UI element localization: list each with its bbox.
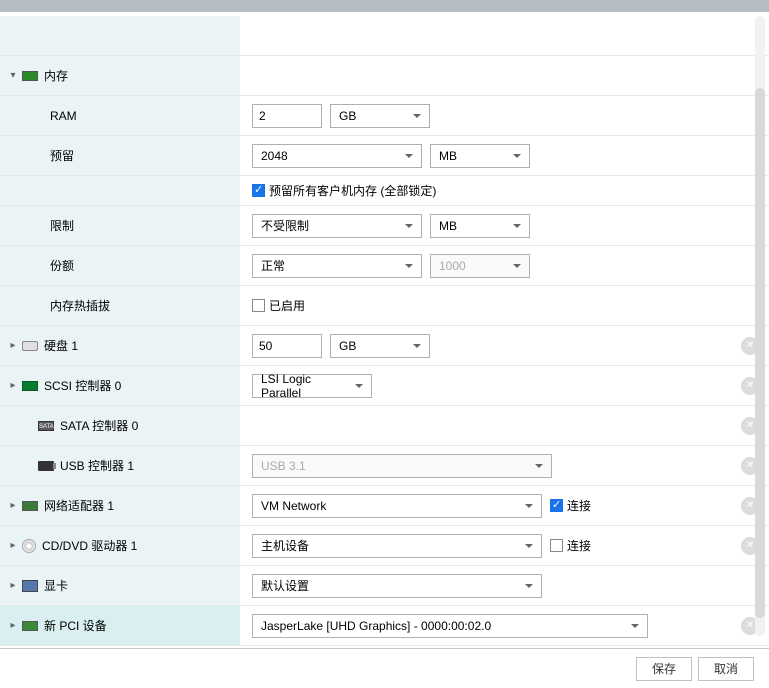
scsi-icon [22, 381, 38, 391]
pci-icon [22, 621, 38, 631]
cd1-connect-label: 连接 [567, 537, 591, 554]
reserve-all-label: 预留所有客户机内存 (全部锁定) [269, 182, 436, 199]
scsi0-label: SCSI 控制器 0 [44, 377, 121, 394]
row-ram: RAM GB [0, 96, 769, 136]
expand-scsi0[interactable] [8, 381, 18, 391]
cd1-connect-checkbox[interactable] [550, 539, 563, 552]
settings-panel: 内存 RAM GB 预留 2048 MB 预留所有客户机内存 (全部锁定) 限制… [0, 12, 769, 648]
save-button[interactable]: 保存 [636, 657, 692, 681]
expand-net1[interactable] [8, 501, 18, 511]
net1-label: 网络适配器 1 [44, 497, 114, 514]
row-reservation-lock: 预留所有客户机内存 (全部锁定) [0, 176, 769, 206]
ram-input[interactable] [252, 104, 322, 128]
net1-select[interactable]: VM Network [252, 494, 542, 518]
memory-icon [22, 71, 38, 81]
dialog-footer: 保存 取消 [0, 648, 769, 688]
usb-icon [38, 461, 54, 471]
shares-label: 份额 [50, 257, 74, 274]
scrollbar-track[interactable] [755, 16, 765, 636]
limit-select[interactable]: 不受限制 [252, 214, 422, 238]
row-net1: 网络适配器 1 VM Network 连接 [0, 486, 769, 526]
hotplug-label: 内存热插拔 [50, 297, 110, 314]
memory-label: 内存 [44, 67, 68, 84]
reserve-all-checkbox[interactable] [252, 184, 265, 197]
sata0-label: SATA 控制器 0 [60, 417, 138, 434]
expand-memory[interactable] [8, 71, 18, 81]
reservation-unit-select[interactable]: MB [430, 144, 530, 168]
row-disk1: 硬盘 1 GB [0, 326, 769, 366]
titlebar [0, 0, 769, 12]
video-select[interactable]: 默认设置 [252, 574, 542, 598]
expand-video[interactable] [8, 581, 18, 591]
ram-label: RAM [50, 109, 77, 123]
row-shares: 份额 正常 1000 [0, 246, 769, 286]
cd-icon [22, 539, 36, 553]
row-cd1: CD/DVD 驱动器 1 主机设备 连接 [0, 526, 769, 566]
expand-cd1[interactable] [8, 541, 18, 551]
net1-connect-label: 连接 [567, 497, 591, 514]
limit-unit-select[interactable]: MB [430, 214, 530, 238]
scsi0-type-select[interactable]: LSI Logic Parallel [252, 374, 372, 398]
disk1-unit-select[interactable]: GB [330, 334, 430, 358]
shares-select[interactable]: 正常 [252, 254, 422, 278]
expand-disk1[interactable] [8, 341, 18, 351]
cd1-label: CD/DVD 驱动器 1 [42, 537, 137, 554]
expand-new-pci[interactable] [8, 621, 18, 631]
row-scsi0: SCSI 控制器 0 LSI Logic Parallel [0, 366, 769, 406]
gpu-icon [22, 580, 38, 592]
row-usb1: USB 控制器 1 USB 3.1 [0, 446, 769, 486]
reservation-label: 预留 [50, 147, 74, 164]
row-sata0: SATA SATA 控制器 0 [0, 406, 769, 446]
new-pci-label: 新 PCI 设备 [44, 617, 107, 634]
usb1-type-select: USB 3.1 [252, 454, 552, 478]
row-memory-header: 内存 [0, 56, 769, 96]
limit-label: 限制 [50, 217, 74, 234]
shares-count-select: 1000 [430, 254, 530, 278]
ctrl-cpu-remnant [240, 16, 769, 55]
row-limit: 限制 不受限制 MB [0, 206, 769, 246]
row-video: 显卡 默认设置 [0, 566, 769, 606]
row-new-pci: 新 PCI 设备 JasperLake [UHD Graphics] - 000… [0, 606, 769, 646]
hotplug-enabled-label: 已启用 [269, 297, 305, 314]
cancel-button[interactable]: 取消 [698, 657, 754, 681]
usb1-label: USB 控制器 1 [60, 457, 134, 474]
cd1-select[interactable]: 主机设备 [252, 534, 542, 558]
disk-icon [22, 341, 38, 351]
disk1-label: 硬盘 1 [44, 337, 78, 354]
video-label: 显卡 [44, 577, 68, 594]
disk1-size-input[interactable] [252, 334, 322, 358]
new-pci-select[interactable]: JasperLake [UHD Graphics] - 0000:00:02.0 [252, 614, 648, 638]
net1-connect-checkbox[interactable] [550, 499, 563, 512]
label-cpu-empty [0, 16, 240, 55]
row-hotplug: 内存热插拔 已启用 [0, 286, 769, 326]
hotplug-checkbox[interactable] [252, 299, 265, 312]
reservation-select[interactable]: 2048 [252, 144, 422, 168]
ram-unit-select[interactable]: GB [330, 104, 430, 128]
network-icon [22, 501, 38, 511]
row-cpu-remnant [0, 16, 769, 56]
scrollbar-thumb[interactable] [755, 88, 765, 618]
sata-icon: SATA [38, 421, 54, 431]
row-reservation: 预留 2048 MB [0, 136, 769, 176]
